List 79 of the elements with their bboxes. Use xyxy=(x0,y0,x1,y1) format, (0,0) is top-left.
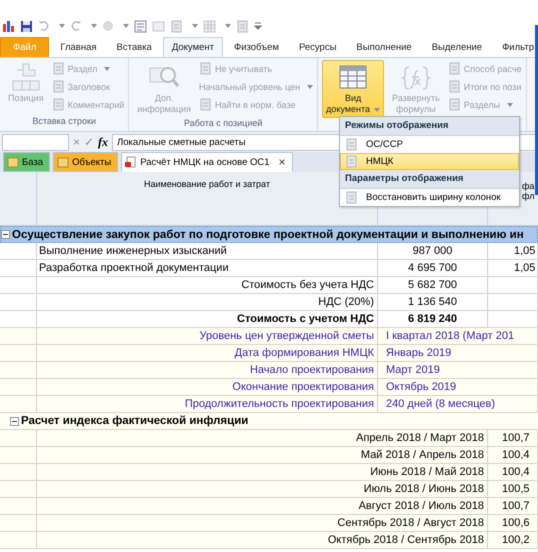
table-cell: 1 136 540 xyxy=(378,294,488,311)
ribbon-tab[interactable]: Документ xyxy=(162,37,223,57)
document-tab[interactable]: Расчёт НМЦК на основе ОС1 × xyxy=(121,152,293,172)
ribbon-tab[interactable]: Ресурсы xyxy=(290,37,346,57)
item-icon xyxy=(448,98,461,111)
save-icon[interactable] xyxy=(20,20,33,32)
caret-icon xyxy=(225,24,231,28)
item-icon xyxy=(52,62,65,75)
column-header: фа xyxy=(522,181,536,191)
table-cell: Разработка проектной документации xyxy=(37,260,378,277)
folder-icon xyxy=(7,156,19,168)
caret-icon xyxy=(123,24,129,28)
ribbon-tab[interactable]: Главная xyxy=(51,37,106,57)
mode-icon xyxy=(345,155,358,168)
caret-icon xyxy=(59,24,65,28)
grid-icon[interactable] xyxy=(203,20,216,32)
ribbon-tab[interactable]: Выделение xyxy=(422,37,492,57)
table-cell: НДС (20%) xyxy=(37,294,378,311)
mode-icon xyxy=(345,191,358,204)
redo-icon[interactable] xyxy=(70,20,82,32)
menu-item[interactable]: Восстановить ширину колонок xyxy=(340,189,519,206)
close-glyph[interactable]: × xyxy=(278,155,286,169)
ribbon-tab[interactable]: Вставка xyxy=(108,37,161,57)
item-icon xyxy=(52,98,65,111)
menu-item[interactable]: НМЦК xyxy=(340,153,519,170)
item-icon xyxy=(448,80,461,93)
table-cell: 1,05 xyxy=(488,260,538,277)
empty-cell xyxy=(488,277,538,294)
ribbon-tab[interactable]: Фильтр xyxy=(493,37,538,57)
document-icon xyxy=(125,156,138,168)
menu-item[interactable]: ОС/ССР xyxy=(340,136,519,153)
caret-icon xyxy=(104,66,110,70)
caret-icon xyxy=(374,108,380,112)
table-cell: 4 695 700 xyxy=(378,260,488,277)
item-icon xyxy=(448,62,461,75)
ribbon-tab[interactable]: Физобъем xyxy=(225,37,288,57)
item-icon xyxy=(52,80,65,93)
table-cell: Выполнение инженерных изысканий xyxy=(37,243,378,260)
name-box[interactable] xyxy=(2,134,69,150)
group-label: Вставка строки xyxy=(31,116,97,128)
column-header: Наименование работ и затрат xyxy=(144,179,270,189)
table-cell: 5 682 700 xyxy=(378,277,488,294)
collapse-icon[interactable] xyxy=(10,416,19,426)
ribbon-tab[interactable]: Выполнение xyxy=(347,37,421,57)
table-cell: Стоимость без учета НДС xyxy=(37,277,378,294)
group-label: Работа с позицией xyxy=(183,118,264,130)
mode-icon xyxy=(345,138,358,151)
table-cell: 987 000 xyxy=(378,243,488,260)
ribbon-button[interactable]: Вид документа xyxy=(322,60,384,118)
column-header: фл xyxy=(522,191,536,201)
undo-icon[interactable] xyxy=(38,20,50,32)
document-tab[interactable]: Объекты xyxy=(53,152,118,172)
empty-cell xyxy=(0,243,37,260)
caret-icon xyxy=(307,84,314,88)
empty-cell xyxy=(0,294,37,311)
plus-grid-icon xyxy=(10,63,42,93)
folder-icon xyxy=(57,156,70,168)
document-icon[interactable] xyxy=(134,20,147,32)
caret-icon xyxy=(192,24,198,28)
menu-section-title: Режимы отображения xyxy=(340,117,519,136)
item-icon xyxy=(198,62,212,75)
empty-cell xyxy=(0,260,37,277)
collapse-icon[interactable] xyxy=(1,230,10,239)
empty-cell xyxy=(0,277,37,294)
document-tab[interactable]: База xyxy=(3,152,50,172)
menu-section-title: Параметры отображения xyxy=(340,170,519,189)
caret-icon xyxy=(91,24,97,28)
caret-icon xyxy=(506,102,513,106)
item-icon xyxy=(198,98,212,111)
section-title: Осуществление закупок работ по подготовке проектной документации и выполнению ин xyxy=(12,228,524,240)
function-label[interactable]: fx xyxy=(98,134,108,150)
table-cell: 1,05 xyxy=(488,243,538,260)
image-icon[interactable] xyxy=(152,20,165,32)
empty-cell xyxy=(488,294,538,311)
app-icon[interactable] xyxy=(2,20,15,32)
customize-icon[interactable] xyxy=(254,22,262,30)
table-cell: 100,2 xyxy=(488,532,538,549)
group-title: Расчет индекса фактической инфляции xyxy=(21,415,248,427)
table-cell: Октябрь 2018 / Сентябрь 2018 xyxy=(37,532,488,549)
